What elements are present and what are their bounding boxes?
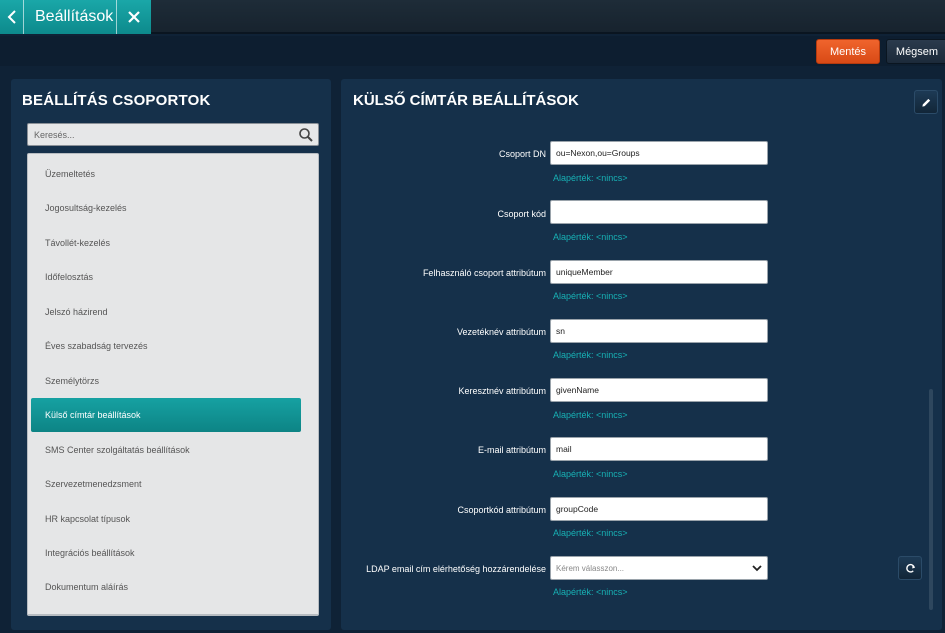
email-input[interactable] (550, 437, 768, 461)
list-item-uzemeltetes[interactable]: Üzemeltetés (28, 157, 318, 191)
list-item-hr-kapcsolat[interactable]: HR kapcsolat típusok (28, 502, 318, 536)
list-item-kulso-cimtar[interactable]: Külső címtár beállítások (31, 398, 301, 432)
csoport-dn-input[interactable] (550, 141, 768, 165)
field-default: Alapérték: <nincs> (553, 173, 628, 183)
close-icon (128, 11, 140, 23)
vezeteknev-input[interactable] (550, 319, 768, 343)
refresh-icon (905, 563, 915, 573)
save-button[interactable]: Mentés (816, 39, 880, 64)
field-label-email: E-mail attribútum (477, 445, 546, 455)
ldap-email-select[interactable]: Kérem válasszon... (550, 556, 768, 580)
field-default: Alapérték: <nincs> (553, 291, 628, 301)
top-bar: Beállítások (0, 0, 945, 34)
csoportkod-input[interactable] (550, 497, 768, 521)
search-input[interactable] (28, 124, 318, 145)
edit-button[interactable] (914, 90, 938, 114)
list-item-szemelytorzs[interactable]: Személytörzs (28, 364, 318, 398)
field-label-felhasznalo-csoport: Felhasználó csoport attribútum (422, 268, 546, 278)
field-default: Alapérték: <nincs> (553, 410, 628, 420)
external-directory-panel: KÜLSŐ CÍMTÁR BEÁLLÍTÁSOK Csoport DN Alap… (341, 79, 942, 630)
felhasznalo-csoport-input[interactable] (550, 260, 768, 284)
field-label-keresztnev: Keresztnév attribútum (458, 386, 546, 396)
list-item-integracios[interactable]: Integrációs beállítások (28, 536, 318, 570)
list-item-eves-szabadsag[interactable]: Éves szabadság tervezés (28, 329, 318, 363)
select-placeholder: Kérem válasszon... (556, 563, 625, 573)
close-tab-button[interactable] (116, 0, 151, 34)
search-icon[interactable] (298, 127, 314, 143)
csoport-kod-input[interactable] (550, 200, 768, 224)
field-default: Alapérték: <nincs> (553, 587, 628, 597)
list-divider (28, 614, 318, 615)
list-item-sms-center[interactable]: SMS Center szolgáltatás beállítások (28, 433, 318, 467)
settings-group-list: Üzemeltetés Jogosultság-kezelés Távollét… (27, 153, 319, 616)
keresztnev-input[interactable] (550, 378, 768, 402)
settings-groups-panel: BEÁLLÍTÁS CSOPORTOK Üzemeltetés Jogosult… (11, 79, 331, 630)
scrollbar[interactable] (929, 389, 933, 610)
list-item-dokumentum-alairas[interactable]: Dokumentum aláírás (28, 570, 318, 604)
settings-groups-title: BEÁLLÍTÁS CSOPORTOK (22, 92, 211, 109)
field-label-ldap-email: LDAP email cím elérhetőség hozzárendelés… (366, 564, 546, 574)
panel-title: KÜLSŐ CÍMTÁR BEÁLLÍTÁSOK (353, 92, 579, 109)
refresh-button[interactable] (898, 556, 922, 580)
field-default: Alapérték: <nincs> (553, 469, 628, 479)
field-default: Alapérték: <nincs> (553, 350, 628, 360)
field-label-vezeteknev: Vezetéknév attribútum (456, 327, 546, 337)
field-label-csoport-kod: Csoport kód (497, 209, 546, 219)
list-item-jogosultsag-kezeles[interactable]: Jogosultság-kezelés (28, 191, 318, 225)
field-label-csoport-dn: Csoport DN (498, 149, 546, 159)
field-default: Alapérték: <nincs> (553, 232, 628, 242)
settings-tab[interactable]: Beállítások (0, 0, 151, 34)
field-default: Alapérték: <nincs> (553, 528, 628, 538)
tab-title: Beállítások (35, 8, 114, 25)
cancel-button[interactable]: Mégsem (886, 39, 945, 64)
list-item-jelszo-hazirend[interactable]: Jelszó házirend (28, 295, 318, 329)
back-button[interactable] (0, 0, 24, 34)
chevron-down-icon (752, 565, 762, 572)
list-item-szervezetmenedzsment[interactable]: Szervezetmenedzsment (28, 467, 318, 501)
pencil-icon (921, 98, 930, 107)
chevron-left-icon (7, 10, 16, 24)
field-label-csoportkod: Csoportkód attribútum (457, 505, 546, 515)
list-item-idofelosztas[interactable]: Időfelosztás (28, 260, 318, 294)
search-box (27, 123, 319, 146)
action-bar: Mentés Mégsem (0, 36, 945, 66)
list-item-tavollet-kezeles[interactable]: Távollét-kezelés (28, 226, 318, 260)
